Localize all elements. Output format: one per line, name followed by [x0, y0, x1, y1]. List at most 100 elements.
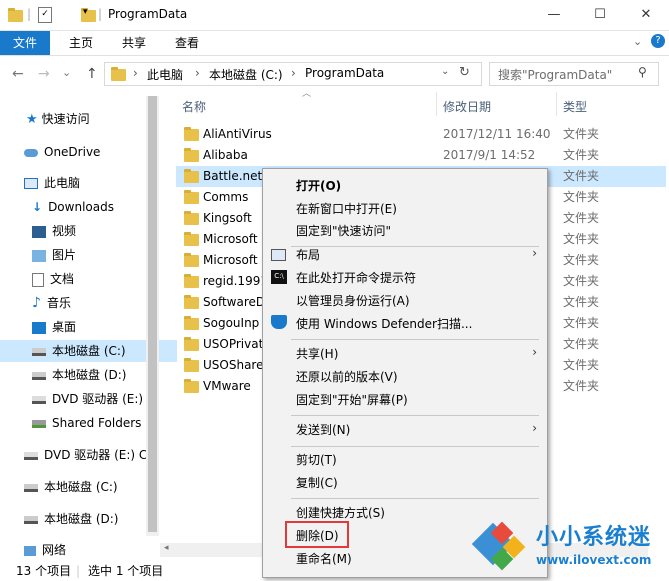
file-name: Microsoft [203, 232, 258, 246]
sidebar-item-local-disk-c-root[interactable]: 本地磁盘 (C:) [0, 476, 169, 498]
file-type: 文件夹 [563, 274, 600, 288]
submenu-arrow-icon: › [532, 246, 537, 260]
download-icon: ↓ [32, 200, 43, 214]
up-button[interactable]: ↑ [86, 66, 98, 82]
file-name: SoftwareD [203, 295, 266, 309]
menu-separator [291, 415, 539, 416]
watermark-url: www.ilovext.com [536, 553, 652, 567]
file-type: 文件夹 [563, 127, 600, 141]
file-row[interactable]: AliAntiVirus 2017/12/11 16:40 文件夹 [176, 124, 666, 145]
maximize-button[interactable]: ☐ [577, 0, 623, 30]
tab-home[interactable]: 主页 [55, 31, 107, 55]
folder-icon [184, 358, 199, 372]
search-input[interactable]: 搜索"ProgramData" ⚲ [489, 62, 659, 86]
recent-locations-button[interactable]: ⌄ [62, 66, 71, 79]
column-header-date[interactable]: 修改日期 [443, 98, 491, 115]
close-button[interactable]: ✕ [623, 0, 669, 30]
watermark-brand: 小小系统迷 [536, 525, 652, 550]
file-name: VMware [203, 379, 251, 393]
file-name: Battle.net [203, 169, 263, 183]
watermark: 小小系统迷 www.ilovext.com [470, 505, 669, 581]
breadcrumb-sep[interactable]: › [195, 66, 200, 80]
sidebar-item-onedrive[interactable]: OneDrive [0, 141, 169, 163]
watermark-logo-icon [471, 521, 526, 571]
customize-quick-access-icon[interactable]: ▾ [83, 7, 88, 17]
sidebar-item-local-disk-d-root[interactable]: 本地磁盘 (D:) [0, 508, 169, 530]
sidebar-item-dvd-e-root[interactable]: DVD 驱动器 (E:) C [0, 444, 169, 466]
folder-icon [184, 148, 199, 162]
file-name: USOPrivat [203, 337, 264, 351]
submenu-arrow-icon: › [532, 345, 537, 359]
column-header-name[interactable]: 名称 [182, 98, 206, 115]
computer-icon [24, 178, 38, 189]
minimize-button[interactable]: — [531, 0, 577, 30]
sort-indicator-icon: ︿ [302, 89, 312, 99]
expand-ribbon-icon[interactable]: ⌄ [633, 35, 642, 48]
star-icon: ★ [26, 112, 38, 127]
document-icon [32, 272, 44, 287]
menu-item-pin-quick-access[interactable]: 固定到"快速访问" [296, 220, 391, 242]
menu-item-copy[interactable]: 复制(C) [296, 472, 338, 494]
folder-icon [184, 169, 199, 183]
file-type: 文件夹 [563, 316, 600, 330]
item-count: 13 个项目 [16, 564, 72, 578]
shared-folder-icon [32, 419, 46, 428]
address-dropdown-icon[interactable]: ⌄ [441, 66, 449, 77]
menu-item-defender-scan[interactable]: 使用 Windows Defender扫描... [296, 313, 472, 335]
refresh-button[interactable]: ↻ [459, 65, 470, 80]
tab-file[interactable]: 文件 [0, 31, 50, 55]
video-icon [32, 225, 46, 238]
desktop-icon [32, 321, 46, 334]
drive-icon [24, 483, 38, 492]
sidebar-item-network[interactable]: 网络 [0, 539, 169, 561]
breadcrumb-sep[interactable]: › [291, 66, 296, 80]
delete-highlight-box [285, 521, 349, 548]
address-bar[interactable]: › 此电脑 › 本地磁盘 (C:) › ProgramData ⌄ ↻ [104, 62, 482, 86]
menu-item-pin-start[interactable]: 固定到"开始"屏幕(P) [296, 389, 408, 411]
back-button[interactable]: ← [12, 66, 24, 82]
menu-item-restore-versions[interactable]: 还原以前的版本(V) [296, 366, 398, 388]
breadcrumb-local-disk-c[interactable]: 本地磁盘 (C:) [209, 66, 283, 83]
menu-item-open[interactable]: 打开(O) [296, 175, 341, 197]
forward-button[interactable]: → [38, 66, 50, 82]
menu-separator [291, 498, 539, 499]
folder-icon [184, 232, 199, 246]
file-name: Comms [203, 190, 249, 204]
scroll-left-icon[interactable]: ◂ [164, 543, 169, 553]
folder-icon [8, 8, 23, 22]
menu-item-cut[interactable]: 剪切(T) [296, 449, 337, 471]
file-date: 2017/9/1 14:52 [443, 148, 536, 162]
help-icon[interactable]: ? [651, 34, 665, 48]
file-name: USOShare [203, 358, 264, 372]
menu-item-open-new-window[interactable]: 在新窗口中打开(E) [296, 198, 397, 220]
title-bar: | ✓ ▾ | ProgramData — ☐ ✕ [0, 0, 669, 31]
file-type: 文件夹 [563, 295, 600, 309]
file-date: 2017/12/11 16:40 [443, 127, 551, 141]
drive-icon [32, 347, 46, 356]
menu-item-layout[interactable]: 布局 [296, 244, 320, 266]
menu-item-rename[interactable]: 重命名(M) [296, 548, 352, 570]
properties-icon[interactable]: ✓ [38, 7, 52, 23]
file-row[interactable]: Alibaba 2017/9/1 14:52 文件夹 [176, 145, 666, 166]
sidebar-item-this-pc[interactable]: 此电脑 [0, 172, 169, 194]
menu-item-run-as-admin[interactable]: 以管理员身份运行(A) [296, 290, 410, 312]
folder-icon [184, 379, 199, 393]
menu-item-command-prompt[interactable]: 在此处打开命令提示符 [296, 267, 416, 289]
menu-item-send-to[interactable]: 发送到(N) [296, 419, 350, 441]
file-type: 文件夹 [563, 169, 600, 183]
column-divider[interactable] [556, 92, 557, 116]
drive-icon [32, 371, 46, 380]
file-type: 文件夹 [563, 379, 600, 393]
column-header-type[interactable]: 类型 [563, 98, 587, 115]
tab-share[interactable]: 共享 [108, 31, 160, 55]
file-type: 文件夹 [563, 211, 600, 225]
breadcrumb-sep[interactable]: › [133, 66, 138, 80]
breadcrumb-programdata[interactable]: ProgramData [305, 66, 384, 80]
search-icon[interactable]: ⚲ [638, 65, 647, 79]
sidebar-scrollbar-thumb[interactable] [148, 96, 157, 532]
dvd-icon [24, 451, 38, 460]
column-divider[interactable] [436, 92, 437, 116]
breadcrumb-this-pc[interactable]: 此电脑 [147, 66, 183, 83]
menu-item-share[interactable]: 共享(H) [296, 343, 338, 365]
tab-view[interactable]: 查看 [161, 31, 213, 55]
